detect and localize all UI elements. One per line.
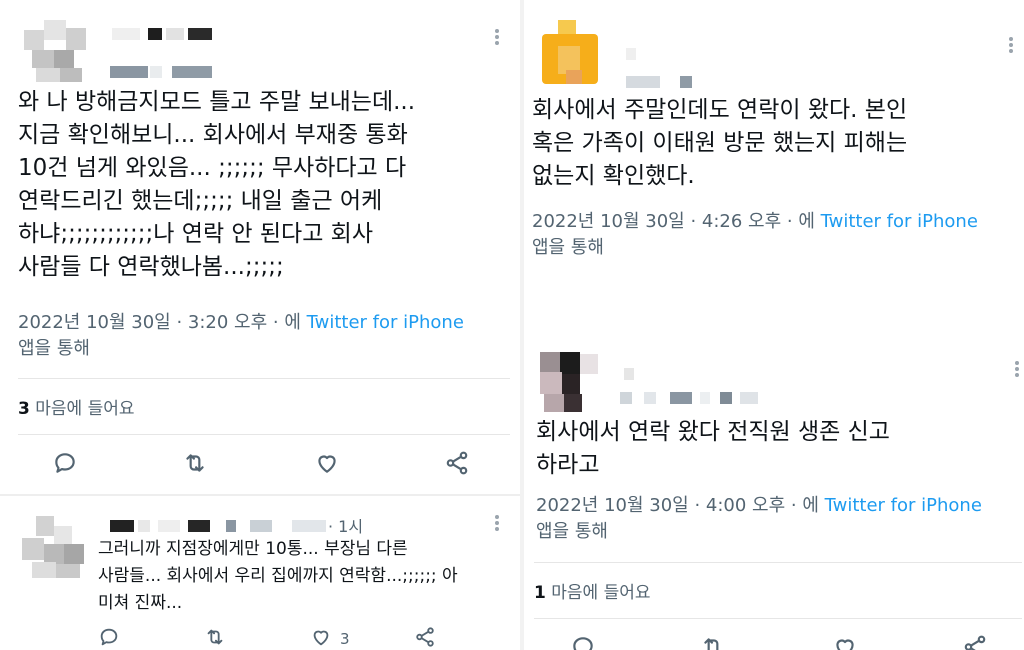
reply-icon bbox=[100, 628, 118, 646]
likes-count: 3 bbox=[18, 399, 30, 419]
tweet-text: 회사에서 주말인데도 연락이 왔다. 본인 혹은 가족이 이태원 방문 했는지 … bbox=[532, 97, 908, 189]
divider bbox=[18, 434, 510, 435]
reply-like-button[interactable] bbox=[310, 626, 340, 650]
via-text: 앱을 통해 bbox=[532, 237, 604, 258]
source-link[interactable]: Twitter for iPhone bbox=[825, 495, 982, 516]
reply-text: 그러니까 지점장에게만 10통... 부장님 다른 사람들... 회사에서 우리… bbox=[98, 539, 458, 613]
tweet-timestamp: 2022년 10월 30일 · 4:00 오후 · 에 Twitter for … bbox=[536, 493, 1016, 545]
avatar[interactable] bbox=[536, 20, 602, 86]
reply-icon bbox=[55, 453, 75, 473]
reply-time[interactable]: · 1시 bbox=[328, 513, 363, 537]
divider bbox=[18, 378, 510, 379]
via-text: 앱을 통해 bbox=[536, 521, 608, 542]
left-screenshot-panel: 와 나 방해금지모드 틀고 주말 보내는데... 지금 확인해보니... 회사에… bbox=[0, 0, 520, 650]
tweet-text: 회사에서 연락 왔다 전직원 생존 신고 하라고 bbox=[536, 419, 890, 478]
avatar[interactable] bbox=[540, 352, 600, 414]
divider bbox=[534, 562, 1022, 563]
like-button[interactable] bbox=[832, 634, 862, 650]
more-icon[interactable] bbox=[1008, 36, 1016, 54]
retweet-button[interactable] bbox=[700, 634, 730, 650]
avatar[interactable] bbox=[24, 20, 88, 82]
share-button[interactable] bbox=[444, 450, 474, 480]
reply-share-button[interactable] bbox=[414, 626, 444, 650]
likes-count-link[interactable]: 1 마음에 들어요 bbox=[534, 578, 651, 603]
retweet-icon bbox=[186, 454, 204, 472]
reply-reply-button[interactable] bbox=[98, 626, 128, 650]
tweet-timestamp: 2022년 10월 30일 · 3:20 오후 · 에 Twitter for … bbox=[18, 310, 513, 362]
share-icon bbox=[446, 451, 468, 475]
reply-icon bbox=[573, 637, 593, 650]
right-screenshot-panel: 회사에서 주말인데도 연락이 왔다. 본인 혹은 가족이 이태원 방문 했는지 … bbox=[524, 0, 1024, 650]
share-icon bbox=[964, 635, 986, 650]
source-link[interactable]: Twitter for iPhone bbox=[307, 312, 464, 333]
timestamp-text: 2022년 10월 30일 · 4:00 오후 · 에 bbox=[536, 495, 825, 516]
tweet-text: 와 나 방해금지모드 틀고 주말 보내는데... 지금 확인해보니... 회사에… bbox=[18, 89, 416, 280]
timestamp-text: 2022년 10월 30일 · 4:26 오후 · 에 bbox=[532, 211, 821, 232]
share-icon bbox=[416, 627, 434, 647]
retweet-icon bbox=[704, 638, 719, 650]
like-icon bbox=[836, 639, 854, 650]
reply-button[interactable] bbox=[52, 450, 82, 480]
reply-retweet-button[interactable] bbox=[204, 626, 234, 650]
likes-count-link[interactable]: 3 마음에 들어요 bbox=[18, 394, 135, 419]
share-button[interactable] bbox=[962, 634, 992, 650]
timestamp-text: 2022년 10월 30일 · 3:20 오후 · 에 bbox=[18, 312, 307, 333]
divider bbox=[0, 494, 520, 496]
more-icon[interactable] bbox=[494, 28, 502, 46]
source-link[interactable]: Twitter for iPhone bbox=[821, 211, 978, 232]
reply-like-count: 3 bbox=[340, 630, 350, 648]
reply-avatar[interactable] bbox=[22, 516, 86, 580]
divider bbox=[534, 618, 1022, 619]
more-icon[interactable] bbox=[1014, 360, 1022, 378]
like-icon bbox=[318, 455, 336, 473]
likes-count: 1 bbox=[534, 583, 546, 603]
tweet-timestamp: 2022년 10월 30일 · 4:26 오후 · 에 Twitter for … bbox=[532, 209, 1017, 261]
likes-label: 마음에 들어요 bbox=[545, 583, 651, 603]
reply-button[interactable] bbox=[570, 634, 600, 650]
retweet-button[interactable] bbox=[182, 450, 212, 480]
reply-more-icon[interactable] bbox=[494, 514, 502, 532]
like-icon bbox=[313, 630, 329, 646]
likes-label: 마음에 들어요 bbox=[29, 399, 135, 419]
via-text: 앱을 통해 bbox=[18, 338, 90, 359]
like-button[interactable] bbox=[314, 450, 344, 480]
retweet-icon bbox=[207, 629, 223, 645]
